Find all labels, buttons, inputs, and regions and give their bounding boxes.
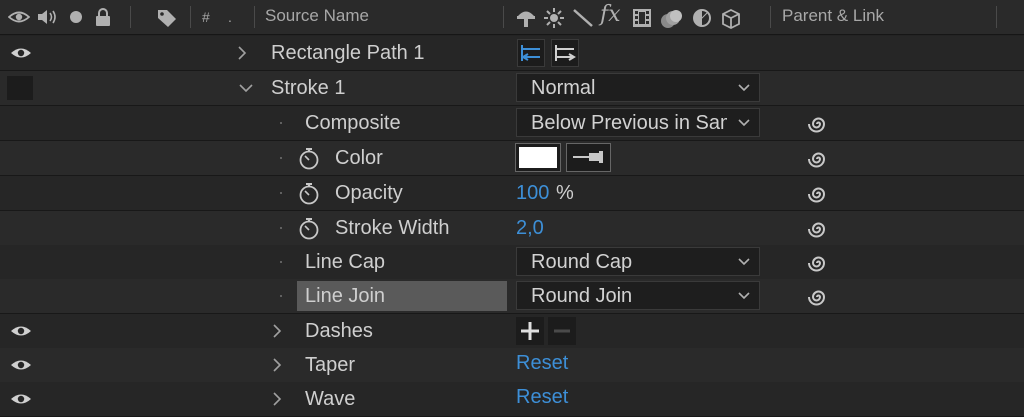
wave-reset-link[interactable]: Reset xyxy=(516,386,568,409)
add-dash-button[interactable] xyxy=(516,317,544,345)
property-row-opacity: Opacity 100 % xyxy=(0,176,1024,211)
property-label: Composite xyxy=(305,112,401,134)
chevron-right-icon[interactable] xyxy=(271,357,283,373)
quality-icon[interactable] xyxy=(572,8,594,28)
chevron-right-icon[interactable] xyxy=(271,391,283,407)
eyedropper-button[interactable] xyxy=(566,143,611,172)
visibility-eye-icon[interactable] xyxy=(10,46,32,60)
dropdown-value: Round Join xyxy=(531,285,633,307)
dropdown-value: Round Cap xyxy=(531,251,633,273)
property-row-taper: Taper Reset xyxy=(0,348,1024,383)
eyedropper-icon xyxy=(573,151,603,163)
opacity-value[interactable]: 100 xyxy=(516,182,549,205)
effects-fx-icon[interactable]: fx xyxy=(600,2,621,27)
stroke-width-value[interactable]: 2,0 xyxy=(516,217,544,240)
composite-dropdown[interactable]: Below Previous in Same Group xyxy=(516,108,760,137)
stopwatch-icon[interactable] xyxy=(298,147,320,171)
visibility-eye-icon[interactable] xyxy=(10,392,32,406)
comment-header: . xyxy=(228,9,232,25)
property-label: Stroke 1 xyxy=(271,77,346,99)
plus-icon xyxy=(521,322,539,340)
property-label: Color xyxy=(335,147,383,169)
chevron-right-icon[interactable] xyxy=(271,323,283,339)
adjustment-layer-icon[interactable] xyxy=(692,8,712,28)
visibility-eye-icon[interactable] xyxy=(10,358,32,372)
solo-dot-icon[interactable] xyxy=(68,8,84,26)
audio-speaker-icon[interactable] xyxy=(36,8,58,26)
property-label-selected[interactable]: Line Join xyxy=(297,281,507,311)
property-row-dashes: Dashes xyxy=(0,314,1024,349)
color-swatch-fill xyxy=(519,147,557,168)
property-label: Stroke Width xyxy=(335,217,450,239)
line-join-dropdown[interactable]: Round Join xyxy=(516,281,760,310)
property-row-composite: Composite Below Previous in Same Group xyxy=(0,106,1024,141)
chevron-right-icon[interactable] xyxy=(236,45,248,61)
pick-whip-spiral-icon[interactable] xyxy=(806,112,830,136)
collapse-sun-icon[interactable] xyxy=(543,8,565,28)
property-label: Wave xyxy=(305,388,356,410)
property-label: Line Cap xyxy=(305,251,386,273)
pick-whip-spiral-icon[interactable] xyxy=(806,182,830,206)
property-row-color: Color xyxy=(0,141,1024,176)
color-swatch[interactable] xyxy=(515,143,561,172)
stopwatch-icon[interactable] xyxy=(298,217,320,241)
shy-icon[interactable] xyxy=(515,8,537,28)
property-row-rectangle-path: Rectangle Path 1 xyxy=(0,36,1024,71)
minus-icon xyxy=(554,329,570,333)
path-direction-reverse-button[interactable] xyxy=(517,39,545,67)
pick-whip-spiral-icon[interactable] xyxy=(806,217,830,241)
dropdown-value: Normal xyxy=(531,77,596,99)
property-label: Taper xyxy=(305,354,356,376)
property-row-stroke: Stroke 1 Normal xyxy=(0,71,1024,106)
dropdown-value: Below Previous in Same Group xyxy=(531,112,727,134)
chevron-down-icon[interactable] xyxy=(238,82,254,94)
stopwatch-icon[interactable] xyxy=(298,182,320,206)
3d-layer-cube-icon[interactable] xyxy=(720,8,742,30)
chevron-down-icon xyxy=(738,84,750,92)
pick-whip-spiral-icon[interactable] xyxy=(806,147,830,171)
property-label: Opacity xyxy=(335,182,403,204)
frame-blending-icon[interactable] xyxy=(632,8,652,28)
video-eye-icon[interactable] xyxy=(8,8,30,26)
property-row-line-join: Line Join Round Join xyxy=(0,279,1024,314)
arrow-left-icon xyxy=(521,45,540,61)
lock-icon[interactable] xyxy=(94,8,112,26)
pick-whip-spiral-icon[interactable] xyxy=(806,285,830,309)
visibility-eye-icon[interactable] xyxy=(10,324,32,338)
label-tag-icon[interactable] xyxy=(156,8,178,28)
taper-reset-link[interactable]: Reset xyxy=(516,352,568,375)
property-row-stroke-width: Stroke Width 2,0 xyxy=(0,211,1024,246)
property-label: Rectangle Path 1 xyxy=(271,42,425,64)
path-direction-forward-button[interactable] xyxy=(551,39,579,67)
motion-blur-icon[interactable] xyxy=(660,8,684,30)
line-cap-dropdown[interactable]: Round Cap xyxy=(516,247,760,276)
opacity-unit: % xyxy=(556,182,574,204)
chevron-down-icon xyxy=(738,258,750,266)
layer-number-header: # xyxy=(202,9,210,25)
visibility-placeholder[interactable] xyxy=(7,76,33,100)
arrow-right-icon xyxy=(555,45,576,61)
chevron-down-icon xyxy=(738,292,750,300)
pick-whip-spiral-icon[interactable] xyxy=(806,251,830,275)
property-row-line-cap: Line Cap Round Cap xyxy=(0,245,1024,280)
layer-panel-header: # . Source Name fx Parent & Link xyxy=(0,0,1024,35)
chevron-down-icon xyxy=(738,119,750,127)
parent-link-header[interactable]: Parent & Link xyxy=(782,6,884,26)
blend-mode-dropdown[interactable]: Normal xyxy=(516,73,760,102)
property-label: Dashes xyxy=(305,320,373,342)
source-name-header[interactable]: Source Name xyxy=(265,6,369,26)
remove-dash-button[interactable] xyxy=(548,317,576,345)
